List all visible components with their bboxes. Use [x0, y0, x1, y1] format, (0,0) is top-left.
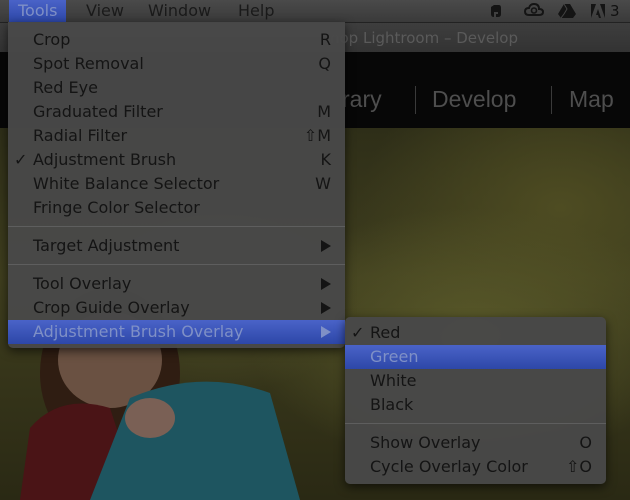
- menu-item-label: Spot Removal: [33, 54, 144, 73]
- menu-separator: [8, 264, 345, 265]
- shortcut-label: K: [320, 150, 332, 169]
- shortcut-label: M: [317, 102, 331, 121]
- google-drive-icon[interactable]: [558, 3, 576, 19]
- evernote-icon[interactable]: [488, 3, 504, 19]
- menu-help[interactable]: Help: [238, 0, 274, 22]
- shortcut-label: W: [315, 174, 331, 193]
- module-develop[interactable]: Develop: [432, 86, 516, 113]
- menu-tools[interactable]: Tools: [9, 0, 67, 22]
- module-separator: [415, 86, 416, 114]
- menu-item-red[interactable]: ✓ Red: [345, 321, 606, 345]
- menu-item-target-adjustment[interactable]: Target Adjustment: [8, 234, 345, 258]
- check-mark-icon: ✓: [351, 323, 365, 342]
- menu-item-label: White: [370, 371, 417, 390]
- check-mark-icon: ✓: [14, 150, 28, 169]
- menu-item-label: Tool Overlay: [33, 274, 132, 293]
- menu-item-label: Fringe Color Selector: [33, 198, 200, 217]
- module-separator: [551, 86, 552, 114]
- menu-item-fringe-color-selector[interactable]: Fringe Color Selector: [8, 196, 345, 220]
- menu-item-cycle-overlay-color[interactable]: Cycle Overlay Color ⇧O: [345, 455, 606, 479]
- menu-item-tool-overlay[interactable]: Tool Overlay: [8, 272, 345, 296]
- shortcut-label: ⇧M: [303, 126, 331, 145]
- menu-separator: [345, 423, 606, 424]
- menu-item-label: Red: [370, 323, 401, 342]
- menu-item-white[interactable]: White: [345, 369, 606, 393]
- menu-item-label: Radial Filter: [33, 126, 128, 145]
- menu-item-label: Green: [370, 347, 419, 366]
- module-map[interactable]: Map: [569, 86, 614, 113]
- menu-item-label: Adjustment Brush: [33, 150, 177, 169]
- menu-item-white-balance-selector[interactable]: White Balance Selector W: [8, 172, 345, 196]
- shortcut-label: Q: [318, 54, 331, 73]
- menu-item-label: Red Eye: [33, 78, 98, 97]
- menu-item-red-eye[interactable]: Red Eye: [8, 76, 345, 100]
- submenu-arrow-icon: [321, 240, 331, 252]
- menu-item-label: Crop: [33, 30, 71, 49]
- menu-bar: Tools View Window Help 3: [0, 0, 630, 23]
- menu-window[interactable]: Window: [148, 0, 211, 22]
- menu-item-label: Cycle Overlay Color: [370, 457, 528, 476]
- menu-item-spot-removal[interactable]: Spot Removal Q: [8, 52, 345, 76]
- tools-menu: Crop R Spot Removal Q Red Eye Graduated Filte…: [8, 22, 345, 348]
- menu-view[interactable]: View: [86, 0, 124, 22]
- menu-item-black[interactable]: Black: [345, 393, 606, 417]
- menubar-partial-text: 3: [610, 2, 620, 20]
- menu-item-crop-guide-overlay[interactable]: Crop Guide Overlay: [8, 296, 345, 320]
- menu-item-adjustment-brush-overlay[interactable]: Adjustment Brush Overlay: [8, 320, 345, 344]
- menu-item-show-overlay[interactable]: Show Overlay O: [345, 431, 606, 455]
- menu-item-crop[interactable]: Crop R: [8, 28, 345, 52]
- shortcut-label: ⇧O: [566, 457, 592, 476]
- shortcut-label: R: [319, 30, 331, 49]
- menu-item-label: Show Overlay: [370, 433, 481, 452]
- window-title: hop Lightroom – Develop: [330, 29, 518, 47]
- module-library[interactable]: rary: [342, 86, 382, 113]
- submenu-arrow-icon: [321, 278, 331, 290]
- overlay-submenu: ✓ Red Green White Black Show Overlay O Cycle Ov…: [345, 317, 606, 484]
- menu-item-label: Crop Guide Overlay: [33, 298, 190, 317]
- creative-cloud-icon[interactable]: [523, 2, 545, 19]
- submenu-arrow-icon: [321, 302, 331, 314]
- submenu-arrow-icon: [321, 326, 331, 338]
- menu-item-label: Adjustment Brush Overlay: [33, 322, 244, 341]
- menu-separator: [8, 226, 345, 227]
- menu-item-label: White Balance Selector: [33, 174, 220, 193]
- menu-item-label: Target Adjustment: [33, 236, 180, 255]
- adobe-icon[interactable]: [590, 3, 606, 19]
- menu-item-graduated-filter[interactable]: Graduated Filter M: [8, 100, 345, 124]
- menu-item-green[interactable]: Green: [345, 345, 606, 369]
- menu-item-label: Black: [370, 395, 414, 414]
- shortcut-label: O: [579, 433, 592, 452]
- menu-item-label: Graduated Filter: [33, 102, 163, 121]
- menu-item-radial-filter[interactable]: Radial Filter ⇧M: [8, 124, 345, 148]
- menu-item-adjustment-brush[interactable]: ✓ Adjustment Brush K: [8, 148, 345, 172]
